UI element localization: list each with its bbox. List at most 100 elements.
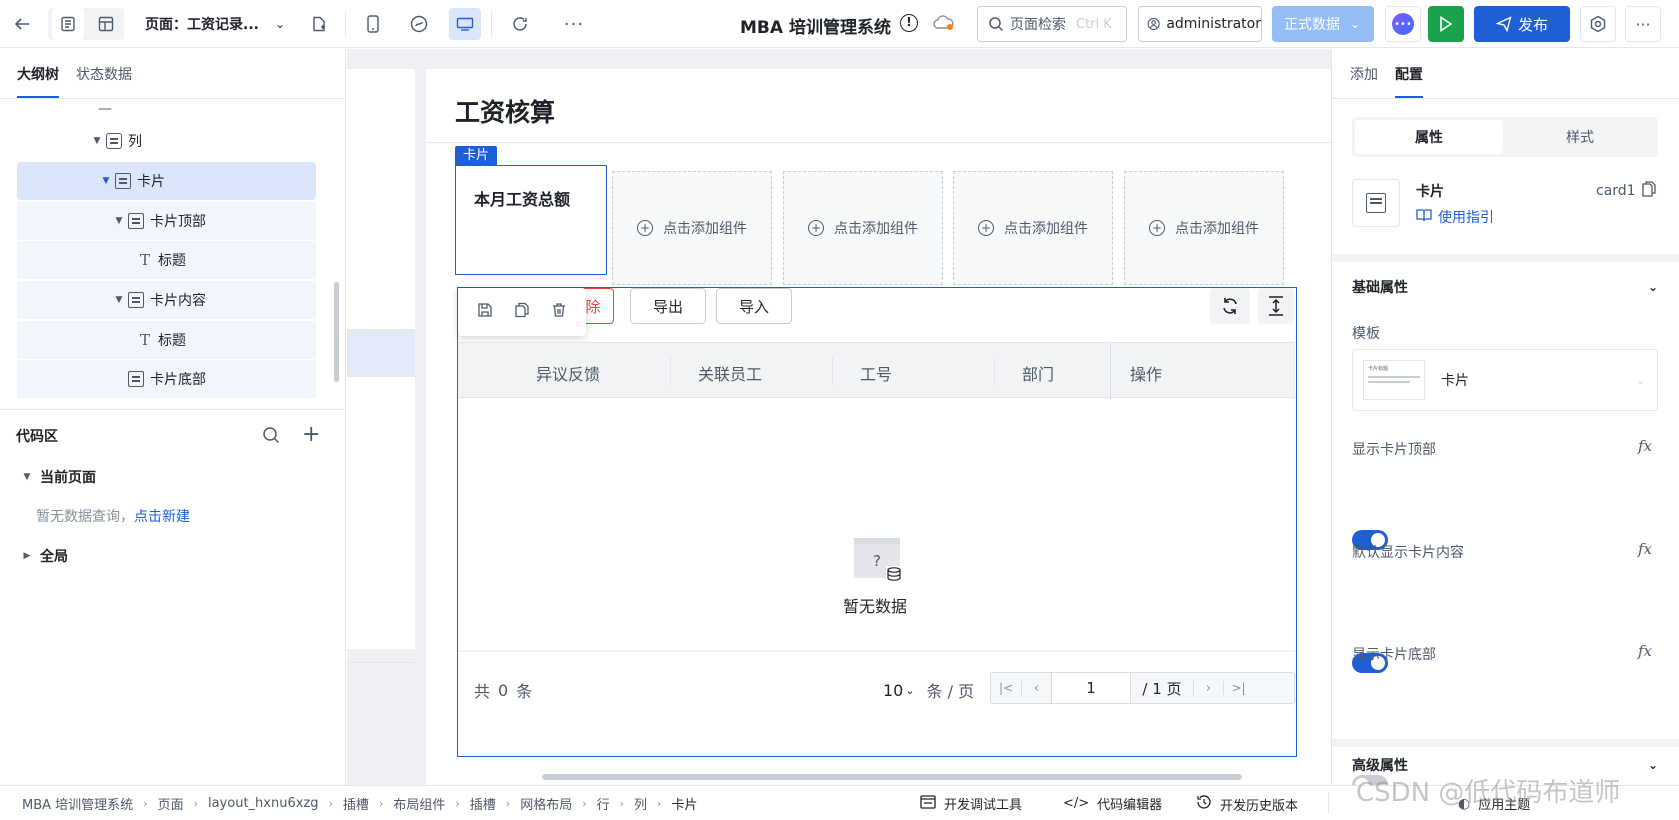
page-size-select[interactable]: 10 ⌄ 条 / 页 <box>883 678 974 702</box>
tab-config[interactable]: 配置 <box>1395 64 1423 98</box>
create-new-link[interactable]: 点击新建 <box>134 509 190 525</box>
column-header[interactable]: 关联员工 <box>698 361 762 385</box>
tree-row-col[interactable]: ▼ 列 <box>90 122 142 160</box>
column-header[interactable]: 异议反馈 <box>536 361 600 385</box>
breadcrumb-separator-icon: › <box>582 796 587 810</box>
tree-row-card[interactable]: ▼ 卡片 <box>17 162 316 200</box>
add-component-slot[interactable]: + 点击添加组件 <box>612 171 772 285</box>
breadcrumb-item[interactable]: 页面 <box>158 794 184 813</box>
current-page-group[interactable]: ▼ 当前页面 <box>20 467 96 487</box>
card-component[interactable]: 本月工资总额 <box>455 165 607 275</box>
column-header[interactable]: 操作 <box>1130 361 1162 385</box>
breadcrumb-item[interactable]: 布局组件 <box>393 794 445 813</box>
tree-row-card-bottom[interactable]: 卡片底部 <box>17 360 316 398</box>
add-component-slot[interactable]: + 点击添加组件 <box>1124 171 1284 285</box>
column-header[interactable]: 部门 <box>1022 361 1054 385</box>
tab-state-data[interactable]: 状态数据 <box>76 64 132 98</box>
prev-page-icon[interactable]: ‹ <box>1021 680 1051 696</box>
segment-properties[interactable]: 属性 <box>1355 120 1503 154</box>
page-number-input[interactable]: 1 <box>1051 673 1131 703</box>
more-menu-icon[interactable]: ··· <box>1625 6 1661 42</box>
import-button[interactable]: 导入 <box>716 288 792 324</box>
mini-program-icon[interactable] <box>403 8 435 40</box>
copy-icon[interactable] <box>514 302 530 322</box>
first-page-icon[interactable]: |< <box>991 681 1021 695</box>
tree-scrollbar[interactable] <box>334 282 339 382</box>
global-label: 全局 <box>40 549 68 565</box>
next-page-icon[interactable]: › <box>1193 680 1223 696</box>
refresh-icon[interactable] <box>504 8 536 40</box>
settings-button[interactable] <box>1580 6 1616 42</box>
back-arrow-icon[interactable] <box>6 8 38 40</box>
breadcrumb-item[interactable]: layout_hxnu6xzg <box>208 796 319 811</box>
delete-label: 除 <box>585 297 601 316</box>
breadcrumb-item[interactable]: MBA 培训管理系统 <box>22 794 133 813</box>
new-page-icon[interactable] <box>303 8 335 40</box>
user-menu[interactable]: administrator <box>1138 6 1262 42</box>
tree-row-dash[interactable]: — <box>98 99 112 119</box>
column-header[interactable]: 工号 <box>860 361 892 385</box>
trash-icon[interactable] <box>551 302 567 322</box>
row-height-icon[interactable] <box>1258 288 1294 324</box>
copy-icon[interactable] <box>1641 181 1656 201</box>
total-count: 共 0 条 <box>474 678 532 702</box>
desktop-preview-icon[interactable] <box>449 8 481 40</box>
breadcrumb-item[interactable]: 列 <box>634 794 647 813</box>
table-header: 异议反馈 关联员工 工号 部门 操作 <box>458 342 1295 399</box>
add-component-slot[interactable]: + 点击添加组件 <box>783 171 943 285</box>
table-component[interactable]: 除 导出 导入 异议反馈 关联员工 工号 部门 操作 ? 暂无数据 共 0 条 … <box>457 287 1297 757</box>
breadcrumb-item[interactable]: 卡片 <box>671 794 697 813</box>
breadcrumb-item[interactable]: 插槽 <box>470 794 496 813</box>
chevron-down-icon: ⌄ <box>1350 17 1361 31</box>
breadcrumb-item[interactable]: 行 <box>597 794 610 813</box>
tree-row-title-1[interactable]: T 标题 <box>17 241 316 279</box>
global-group[interactable]: ▶ 全局 <box>20 546 68 566</box>
component-id-label: card1 <box>1596 183 1636 199</box>
segment-style[interactable]: 样式 <box>1505 120 1655 154</box>
more-icon[interactable]: ··· <box>558 8 590 40</box>
breadcrumb-item[interactable]: 插槽 <box>343 794 369 813</box>
history-button[interactable]: 开发历史版本 <box>1196 794 1298 814</box>
page-list-icon[interactable] <box>52 8 84 40</box>
layout-icon[interactable] <box>90 8 122 40</box>
run-button[interactable] <box>1428 6 1464 42</box>
add-icon[interactable]: + <box>302 422 320 447</box>
formula-icon[interactable]: fx <box>1638 540 1652 558</box>
cloud-sync-icon[interactable] <box>933 15 955 35</box>
tree-row-card-top[interactable]: ▼ 卡片顶部 <box>17 202 316 240</box>
info-icon[interactable]: ! <box>900 14 918 32</box>
dev-tools-button[interactable]: 开发调试工具 <box>920 794 1022 813</box>
template-select[interactable]: 卡片标题 卡片 ⌄ <box>1352 349 1658 411</box>
tab-add[interactable]: 添加 <box>1350 64 1378 98</box>
publish-button[interactable]: 发布 <box>1474 6 1570 42</box>
add-component-slot[interactable]: + 点击添加组件 <box>953 171 1113 285</box>
env-select[interactable]: 正式数据 ⌄ <box>1272 6 1374 42</box>
page-search-input[interactable]: 页面检索 Ctrl K <box>977 6 1127 42</box>
save-icon[interactable] <box>477 302 493 322</box>
add-slot-label: 点击添加组件 <box>1004 221 1088 237</box>
usage-guide-link[interactable]: 使用指引 <box>1416 207 1494 227</box>
basic-props-header[interactable]: 基础属性 ⌄ <box>1352 277 1658 297</box>
empty-query-hint: 暂无数据查询，点击新建 <box>36 506 190 526</box>
tree-row-card-content[interactable]: ▼ 卡片内容 <box>17 281 316 319</box>
formula-icon[interactable]: fx <box>1638 437 1652 455</box>
export-button[interactable]: 导出 <box>630 288 706 324</box>
code-editor-button[interactable]: </> 代码编辑器 <box>1063 794 1162 813</box>
table-refresh-icon[interactable] <box>1210 288 1250 324</box>
formula-icon[interactable]: fx <box>1638 642 1652 660</box>
total-suffix: 条 <box>516 682 533 701</box>
last-page-icon[interactable]: >| <box>1223 681 1253 695</box>
current-page-label: 当前页面 <box>40 470 96 486</box>
history-label: 开发历史版本 <box>1220 798 1299 814</box>
tree-row-title-2[interactable]: T 标题 <box>17 321 316 359</box>
right-panel: 添加 配置 属性 样式 卡片 使用指引 card1 基础属性 ⌄ 模板 卡片标题… <box>1331 49 1679 795</box>
ai-assistant-button[interactable]: ••• <box>1385 6 1421 42</box>
page-selector[interactable]: 页面：工资记录... ⌄ <box>145 14 285 34</box>
breadcrumb-item[interactable]: 网格布局 <box>520 794 572 813</box>
watermark: CSDN @低代码布道师 <box>1356 778 1621 808</box>
page-title: 工资核算 <box>455 98 556 127</box>
mobile-preview-icon[interactable] <box>357 8 389 40</box>
canvas-horizontal-scrollbar[interactable] <box>542 774 1242 780</box>
search-icon[interactable] <box>262 426 280 448</box>
tab-outline[interactable]: 大纲树 <box>17 64 59 98</box>
